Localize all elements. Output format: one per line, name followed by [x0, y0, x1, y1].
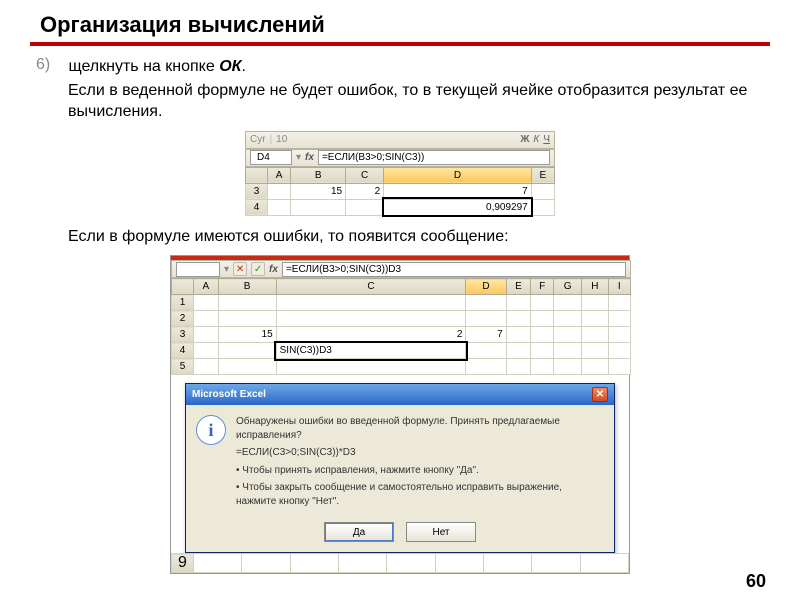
excel-figure-1: Cyr | 10 Ж К Ч D4 ▾ fx =ЕСЛИ(B3>0;SIN(C3…: [245, 131, 555, 216]
cell[interactable]: [218, 343, 276, 359]
cell-editing[interactable]: SIN(C3))D3: [276, 343, 466, 359]
yes-button[interactable]: Да: [324, 522, 394, 542]
close-icon[interactable]: ✕: [592, 387, 608, 402]
col-header[interactable]: G: [554, 279, 582, 295]
font-fragment: Cyr: [250, 134, 266, 145]
col-header[interactable]: C: [276, 279, 466, 295]
col-header-selected[interactable]: D: [466, 279, 506, 295]
row-header[interactable]: 3: [246, 183, 268, 199]
col-header[interactable]: C: [346, 167, 384, 183]
row-header[interactable]: 4: [246, 199, 268, 215]
slide-title: Организация вычислений: [30, 6, 770, 42]
dialog-line2: =ЕСЛИ(C3>0;SIN(C3))*D3: [236, 446, 602, 460]
excel-figure-2: ▾ ✕ ✓ fx =ЕСЛИ(B3>0;SIN(C3))D3 A B C D: [170, 255, 630, 574]
dialog-bullet2: • Чтобы закрыть сообщение и самостоятель…: [236, 481, 602, 508]
col-header[interactable]: B: [218, 279, 276, 295]
row-header[interactable]: 3: [172, 327, 194, 343]
enter-icon[interactable]: ✓: [251, 262, 265, 276]
error-dialog: Microsoft Excel ✕ i Обнаружены ошибки во…: [185, 383, 615, 553]
col-header[interactable]: A: [194, 279, 219, 295]
step-line: 6) щелкнуть на кнопке ОК.: [36, 56, 764, 78]
formula-bar-error[interactable]: =ЕСЛИ(B3>0;SIN(C3))D3: [282, 262, 626, 277]
underline-icon: Ч: [543, 134, 550, 145]
cell[interactable]: [346, 199, 384, 215]
cell[interactable]: 7: [466, 327, 506, 343]
title-rule: [30, 42, 770, 46]
italic-icon: К: [533, 134, 539, 145]
col-header-selected[interactable]: D: [384, 167, 532, 183]
corner-header[interactable]: [246, 167, 268, 183]
no-button[interactable]: Нет: [406, 522, 476, 542]
dialog-text: Обнаружены ошибки во введенной формуле. …: [236, 415, 602, 512]
row-header[interactable]: 4: [172, 343, 194, 359]
dialog-line1: Обнаружены ошибки во введенной формуле. …: [236, 415, 602, 442]
dialog-title: Microsoft Excel: [192, 389, 266, 400]
dialog-bullet1: • Чтобы принять исправления, нажмите кно…: [236, 464, 602, 478]
col-header[interactable]: B: [291, 167, 346, 183]
info-icon: i: [196, 415, 226, 445]
grid-2: A B C D E F G H I 1 2 3: [171, 278, 631, 375]
cell[interactable]: [194, 343, 219, 359]
size-fragment: 10: [276, 134, 287, 145]
fx-icon[interactable]: fx: [305, 152, 314, 163]
cell[interactable]: 2: [346, 183, 384, 199]
col-header[interactable]: F: [531, 279, 554, 295]
formula-bar[interactable]: =ЕСЛИ(B3>0;SIN(C3)): [318, 150, 550, 165]
step-sub1: Если в веденной формуле не будет ошибок,…: [68, 80, 764, 123]
step-number: 6): [36, 56, 64, 74]
cancel-icon[interactable]: ✕: [233, 262, 247, 276]
page-number: 60: [746, 571, 766, 592]
col-header[interactable]: I: [608, 279, 630, 295]
step-text-ok: ОК: [219, 58, 241, 75]
col-header[interactable]: H: [582, 279, 608, 295]
cell-selected[interactable]: 0,909297: [384, 199, 532, 215]
cell[interactable]: 15: [291, 183, 346, 199]
name-box[interactable]: D4: [250, 150, 292, 165]
name-box[interactable]: [176, 262, 220, 277]
cell[interactable]: 15: [218, 327, 276, 343]
step-sub2: Если в формуле имеются ошибки, то появит…: [68, 226, 764, 248]
corner-header[interactable]: [172, 279, 194, 295]
col-header[interactable]: A: [268, 167, 291, 183]
cell[interactable]: [531, 199, 554, 215]
grid-1: A B C D E 3 15 2 7 4: [245, 167, 555, 216]
bold-icon: Ж: [520, 134, 529, 145]
cell[interactable]: [268, 183, 291, 199]
cell[interactable]: [531, 183, 554, 199]
cell[interactable]: [291, 199, 346, 215]
cell[interactable]: 2: [276, 327, 466, 343]
step-text-b: .: [241, 58, 245, 75]
step-text-a: щелкнуть на кнопке: [68, 58, 219, 75]
col-header[interactable]: E: [506, 279, 531, 295]
fx-icon[interactable]: fx: [269, 264, 278, 275]
col-header[interactable]: E: [531, 167, 554, 183]
cell[interactable]: 7: [384, 183, 532, 199]
cell[interactable]: [268, 199, 291, 215]
cell[interactable]: [194, 327, 219, 343]
